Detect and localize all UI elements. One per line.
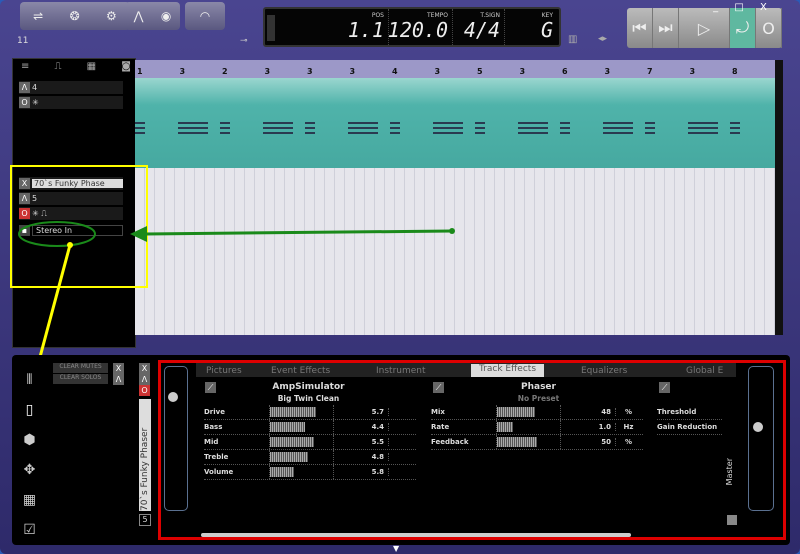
- clear-solos-button[interactable]: CLEAR SOLOS: [53, 374, 108, 384]
- channel-mute-button[interactable]: X: [139, 363, 150, 374]
- green-arrow-line: [144, 229, 453, 236]
- channel-number: 5: [139, 514, 151, 526]
- cube-icon[interactable]: ⬢: [17, 425, 42, 455]
- param-unit: %: [624, 408, 632, 416]
- amp-name: AmpSimulator: [272, 382, 345, 392]
- param-slider-fill: [270, 467, 294, 477]
- move-icon[interactable]: ✥: [17, 455, 42, 485]
- green-arrowhead: [130, 226, 147, 242]
- channel-solo-button[interactable]: Λ: [139, 374, 150, 385]
- param-value: 5.8: [334, 468, 389, 476]
- param-label: Bass: [204, 423, 223, 431]
- expand-arrow-icon[interactable]: ▼: [393, 544, 399, 553]
- yellow-arrow-line: [34, 244, 72, 373]
- param-slider-fill: [497, 422, 513, 432]
- tab-global-effects[interactable]: Global E: [686, 366, 723, 377]
- master-fader[interactable]: [748, 366, 774, 511]
- green-ellipse: [18, 221, 96, 247]
- param-slider-fill: [497, 437, 537, 447]
- checklist-icon[interactable]: ☑: [17, 515, 42, 545]
- horizontal-scrollbar[interactable]: [201, 533, 631, 537]
- tab-equalizers[interactable]: Equalizers: [581, 366, 627, 377]
- clear-solos-icon[interactable]: Λ: [113, 374, 124, 385]
- red-highlight-box: Pictures Event Effects Instrument Track …: [158, 360, 786, 540]
- param-label: Gain Reduction: [657, 423, 718, 431]
- effect-tabs: Pictures Event Effects Instrument Track …: [196, 363, 736, 377]
- mixer-sidebar: ⦀ ▯ ⬢ ✥ ▦ ☑: [17, 365, 42, 545]
- param-slider-fill: [270, 422, 306, 432]
- param-value: 4.4: [334, 423, 389, 431]
- phaser-name: Phaser: [521, 382, 556, 392]
- param-slider[interactable]: [269, 465, 334, 479]
- param-value: 5.5: [334, 438, 389, 446]
- param-slider[interactable]: [269, 420, 334, 434]
- param-slider[interactable]: [269, 450, 334, 464]
- param-label: Rate: [431, 423, 450, 431]
- param-label: Feedback: [431, 438, 469, 446]
- channel-name: 70`s Funky Phaser: [139, 399, 151, 511]
- tab-pictures[interactable]: Pictures: [206, 366, 242, 377]
- param-slider-fill: [497, 407, 536, 417]
- param-row: Mix 48%: [431, 405, 643, 420]
- param-row: Mid 5.5: [204, 435, 416, 450]
- param-value: 5.7: [334, 408, 389, 416]
- phaser-preset[interactable]: No Preset: [431, 394, 646, 403]
- param-row: Bass 4.4: [204, 420, 416, 435]
- param-row: Volume 5.8: [204, 465, 416, 480]
- param-value: 50: [561, 438, 616, 446]
- param-slider[interactable]: [496, 405, 561, 419]
- param-label: Drive: [204, 408, 225, 416]
- param-value: 48: [561, 408, 616, 416]
- track-view-icon[interactable]: ▯: [17, 395, 42, 425]
- param-slider-fill: [270, 452, 309, 462]
- param-unit: %: [624, 438, 632, 446]
- param-slider[interactable]: [269, 435, 334, 449]
- master-label: Master: [725, 458, 734, 486]
- param-unit: Hz: [623, 423, 634, 431]
- param-value: 4.8: [334, 453, 389, 461]
- param-slider-fill: [270, 407, 316, 417]
- mixer-view-icon[interactable]: ⦀: [17, 365, 42, 395]
- amp-preset[interactable]: Big Twin Clean: [201, 394, 416, 403]
- param-slider[interactable]: [269, 405, 334, 419]
- library-icon[interactable]: ▦: [17, 485, 42, 515]
- dynamics-bypass-button[interactable]: ⟋: [659, 382, 670, 393]
- param-slider[interactable]: [496, 435, 561, 449]
- channel-record-button[interactable]: O: [139, 385, 150, 396]
- tab-track-effects[interactable]: Track Effects: [471, 364, 545, 377]
- master-fader-knob[interactable]: [753, 422, 763, 432]
- param-label: Treble: [204, 453, 229, 461]
- param-row: Rate 1.0 Hz: [431, 420, 643, 435]
- param-label: Mix: [431, 408, 445, 416]
- param-label: Threshold: [657, 408, 697, 416]
- param-row: Drive 5.7: [204, 405, 416, 420]
- param-row: Threshold: [657, 405, 722, 420]
- param-row: Gain Reduction: [657, 420, 722, 435]
- param-row: Treble 4.8: [204, 450, 416, 465]
- tab-event-effects[interactable]: Event Effects: [271, 366, 330, 377]
- green-arrow-dot: [449, 228, 455, 234]
- clear-mutes-button[interactable]: CLEAR MUTES: [53, 363, 108, 373]
- param-slider-fill: [270, 437, 314, 447]
- param-label: Volume: [204, 468, 234, 476]
- tab-instrument[interactable]: Instrument: [376, 366, 426, 377]
- channel-fader[interactable]: [164, 366, 188, 511]
- param-label: Mid: [204, 438, 219, 446]
- clear-mutes-icon[interactable]: X: [113, 363, 124, 374]
- yellow-arrow-dot: [67, 242, 73, 248]
- param-value: 1.0: [561, 423, 616, 431]
- yellow-highlight-box: [10, 165, 148, 288]
- master-grid-icon[interactable]: [727, 515, 737, 525]
- param-slider[interactable]: [496, 420, 561, 434]
- fader-knob[interactable]: [168, 392, 178, 402]
- param-row: Feedback 50%: [431, 435, 643, 450]
